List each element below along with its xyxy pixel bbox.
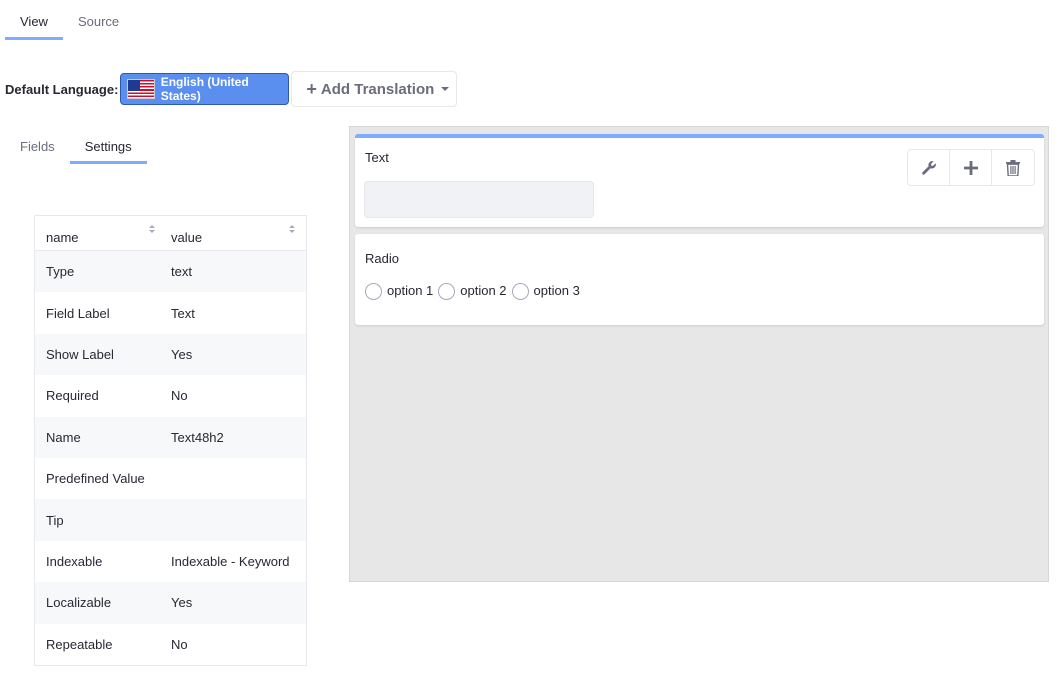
setting-name: Repeatable	[46, 636, 113, 652]
setting-name: Name	[46, 429, 81, 445]
radio-field-card[interactable]: Radio option 1 option 2 option 3	[355, 234, 1044, 325]
setting-name: Tip	[46, 512, 64, 528]
setting-value: Text48h2	[171, 429, 224, 445]
text-field-input[interactable]	[364, 181, 594, 218]
text-field-label: Text	[365, 150, 389, 165]
delete-field-button[interactable]	[992, 150, 1034, 185]
radio-group: option 1 option 2 option 3	[365, 281, 585, 300]
setting-value: Indexable - Keyword	[171, 553, 290, 569]
table-row: Localizable Yes	[35, 582, 306, 624]
column-header-value[interactable]: value	[161, 216, 306, 250]
table-row: Name Text48h2	[35, 416, 306, 458]
text-field-card[interactable]: Text	[355, 134, 1044, 227]
table-row: Type text	[35, 251, 306, 293]
setting-name: Field Label	[46, 305, 110, 321]
language-bar: Default Language: English (United States…	[5, 71, 458, 107]
caret-down-icon	[441, 87, 450, 91]
default-language-button[interactable]: English (United States)	[120, 73, 290, 105]
trash-icon	[1006, 159, 1020, 176]
tab-source[interactable]: Source	[63, 0, 134, 40]
radio-button[interactable]	[365, 283, 382, 300]
table-row: Show Label Yes	[35, 333, 306, 376]
setting-name: Type	[46, 264, 75, 280]
add-translation-button[interactable]: + Add Translation	[291, 71, 458, 107]
setting-value: Yes	[171, 346, 193, 362]
wrench-button[interactable]	[908, 150, 950, 185]
tab-view[interactable]: View	[5, 0, 63, 40]
setting-name: Show Label	[46, 346, 114, 362]
radio-field-label: Radio	[365, 251, 399, 266]
table-row: Indexable Indexable - Keyword	[35, 541, 306, 582]
setting-name: Predefined Value	[46, 471, 145, 487]
table-row: Predefined Value	[35, 458, 306, 499]
setting-name: Required	[46, 388, 99, 404]
setting-value: Text	[171, 305, 195, 321]
table-row: Field Label Text	[35, 292, 306, 333]
add-translation-label: Add Translation	[320, 80, 435, 98]
default-language-value: English (United States)	[160, 75, 249, 103]
top-tabs: View Source	[5, 0, 134, 40]
add-field-button[interactable]	[950, 150, 992, 185]
radio-option[interactable]: option 2	[438, 281, 507, 300]
table-row: Required No	[35, 375, 306, 416]
tab-settings[interactable]: Settings	[69, 130, 147, 164]
setting-value: text	[171, 264, 192, 280]
table-body: Type text Field Label Text Show Label Yes R…	[35, 251, 306, 665]
radio-option[interactable]: option 3	[511, 281, 580, 300]
wrench-icon	[921, 160, 936, 175]
sort-icon	[149, 225, 155, 235]
sidebar-tabs: Fields Settings	[5, 130, 147, 164]
tab-fields[interactable]: Fields	[5, 130, 70, 164]
radio-option[interactable]: option 1	[365, 281, 433, 300]
radio-option-label: option 2	[460, 283, 507, 298]
setting-value: No	[171, 636, 188, 652]
radio-option-label: option 3	[533, 283, 580, 298]
sort-icon	[289, 225, 295, 235]
plus-icon	[963, 160, 978, 175]
default-language-label: Default Language:	[5, 81, 119, 97]
table-header: name value	[35, 216, 306, 251]
setting-name: Localizable	[46, 595, 112, 611]
form-canvas: Text Radio option 1 option 2 option 3	[349, 126, 1049, 582]
us-flag-icon	[127, 79, 155, 99]
radio-option-label: option 1	[387, 283, 434, 298]
plus-icon: +	[306, 78, 317, 99]
settings-table: name value Type text Field Label Text Show…	[34, 215, 307, 666]
table-row: Repeatable No	[35, 624, 306, 665]
field-toolbar	[907, 149, 1035, 186]
setting-name: Indexable	[46, 553, 103, 569]
setting-value: No	[171, 388, 188, 404]
radio-button[interactable]	[511, 283, 529, 300]
radio-button[interactable]	[438, 283, 456, 300]
column-header-name[interactable]: name	[35, 216, 161, 250]
setting-value: Yes	[171, 595, 193, 611]
table-row: Tip	[35, 499, 306, 541]
